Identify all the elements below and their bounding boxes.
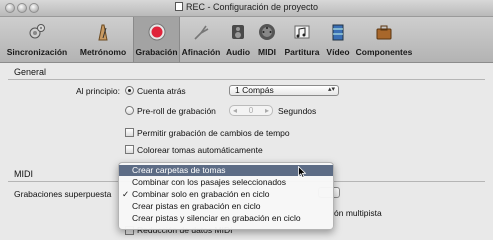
cuenta-atras-select[interactable]: 1 Compás ▴▾ (229, 85, 339, 96)
tab-label: Metrónomo (79, 47, 127, 57)
document-icon (174, 2, 183, 11)
tab-label: Componentes (355, 47, 413, 57)
checkmark-icon: ✓ (122, 189, 130, 199)
tab-video[interactable]: Vídeo (323, 17, 353, 62)
menu-item[interactable]: Crear pistas y silenciar en grabación en… (119, 213, 333, 224)
menu-item-label: Crear pistas en grabación en ciclo (132, 201, 261, 211)
tab-midi[interactable]: MIDI (254, 17, 280, 62)
tab-label: MIDI (258, 47, 276, 57)
tab-afinacion[interactable]: Afinación (180, 17, 222, 62)
menu-item-label: Combinar con los pasajes seleccionados (132, 177, 287, 187)
tab-label: Audio (225, 47, 251, 57)
midi-icon (259, 24, 275, 40)
general-section-title: General (14, 67, 47, 77)
cuenta-atras-value: 1 Compás (235, 85, 274, 95)
menu-item-label: Crear carpetas de tomas (132, 165, 226, 175)
divider (8, 79, 485, 80)
colorear-label: Colorear tomas automáticamente (137, 145, 263, 155)
tab-label: Vídeo (326, 47, 350, 57)
audio-icon (232, 25, 244, 39)
tab-audio[interactable]: Audio (223, 17, 253, 62)
mouse-pointer-icon (298, 166, 306, 178)
preroll-stepper[interactable]: ◂ 0 ▸ (229, 105, 273, 116)
colorear-checkbox[interactable] (125, 145, 134, 154)
permitir-checkbox[interactable] (125, 128, 134, 137)
tab-metronomo[interactable]: Metrónomo (73, 17, 133, 62)
segundos-label: Segundos (278, 106, 317, 116)
tab-label: Grabación (135, 47, 178, 57)
toolbar: Sincronización Metrónomo Grabación Afina… (0, 17, 493, 63)
menu-item[interactable]: ✓ Combinar solo en grabación en ciclo (119, 189, 333, 200)
briefcase-icon (376, 25, 392, 40)
cuenta-atras-radio[interactable] (125, 86, 134, 95)
multipista-label: ón multipista (334, 208, 382, 218)
stepper-right-icon: ▸ (264, 106, 269, 115)
preroll-radio[interactable] (125, 106, 134, 115)
tuning-fork-icon (194, 25, 209, 40)
midi-section-title: MIDI (14, 169, 33, 179)
tab-label: Partitura (284, 47, 320, 57)
video-icon (332, 24, 344, 41)
tab-label: Sincronización (6, 47, 68, 57)
tab-grabacion[interactable]: Grabación (133, 17, 180, 62)
title-bar: REC - Configuración de proyecto (0, 0, 493, 17)
window-title-text: REC - Configuración de proyecto (185, 2, 319, 12)
al-principio-label: Al principio: (76, 86, 120, 96)
menu-item[interactable]: Combinar con los pasajes seleccionados (119, 177, 333, 188)
menu-item-label: Combinar solo en grabación en ciclo (132, 189, 270, 199)
window-title: REC - Configuración de proyecto (0, 2, 493, 12)
cuenta-atras-label: Cuenta atrás (137, 86, 186, 96)
record-icon (148, 23, 165, 41)
tab-partitura[interactable]: Partitura (282, 17, 322, 62)
tab-sincronizacion[interactable]: Sincronización (4, 17, 70, 62)
menu-item-label: Crear pistas y silenciar en grabación en… (132, 213, 301, 223)
grabaciones-label: Grabaciones superpuesta (14, 189, 112, 199)
gears-icon (29, 24, 45, 39)
permitir-label: Permitir grabación de cambios de tempo (137, 128, 290, 138)
updown-arrows-icon: ▴▾ (327, 86, 335, 93)
stepper-left-icon: ◂ (233, 106, 238, 115)
tab-componentes[interactable]: Componentes (355, 17, 413, 62)
menu-item[interactable]: Crear pistas en grabación en ciclo (119, 201, 333, 212)
tab-label: Afinación (181, 47, 221, 57)
metronome-icon (98, 24, 108, 41)
score-icon (294, 25, 310, 39)
project-settings-window: REC - Configuración de proyecto Sincroni… (0, 0, 493, 240)
preroll-label: Pre-roll de grabación (137, 106, 216, 116)
preroll-value: 0 (248, 106, 254, 115)
